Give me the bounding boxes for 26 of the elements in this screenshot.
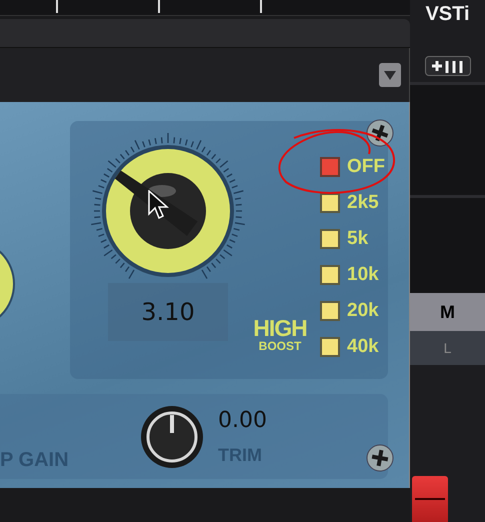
- frequency-led[interactable]: [320, 300, 340, 320]
- trim-value: 0.00: [218, 408, 267, 432]
- high-boost-label: HIGH: [253, 317, 307, 339]
- dropdown-button[interactable]: [379, 63, 401, 87]
- screw-icon: [366, 119, 394, 147]
- high-boost-value: 3.10: [108, 283, 228, 341]
- frequency-led[interactable]: [320, 228, 340, 248]
- frequency-led[interactable]: [320, 192, 340, 212]
- mute-button[interactable]: M: [410, 293, 485, 331]
- frequency-label: 2k5: [347, 192, 379, 214]
- high-boost-sublabel: BOOST: [258, 339, 302, 353]
- frequency-led[interactable]: [320, 264, 340, 284]
- plus-bars-icon: [430, 59, 466, 73]
- fader-handle[interactable]: [412, 476, 448, 522]
- frequency-led[interactable]: [320, 336, 340, 356]
- mouse-cursor-icon: [148, 190, 170, 222]
- frequency-label: 40k: [347, 336, 379, 358]
- trim-knob[interactable]: [140, 404, 204, 468]
- frequency-label: 5k: [347, 228, 368, 250]
- frequency-label: OFF: [347, 156, 385, 178]
- frequency-label: 20k: [347, 300, 379, 322]
- triangle-down-icon: [384, 70, 396, 80]
- screw-icon: [366, 444, 394, 472]
- frequency-label: 10k: [347, 264, 379, 286]
- add-instrument-button[interactable]: [424, 56, 470, 76]
- vsti-label: VSTi: [425, 3, 470, 26]
